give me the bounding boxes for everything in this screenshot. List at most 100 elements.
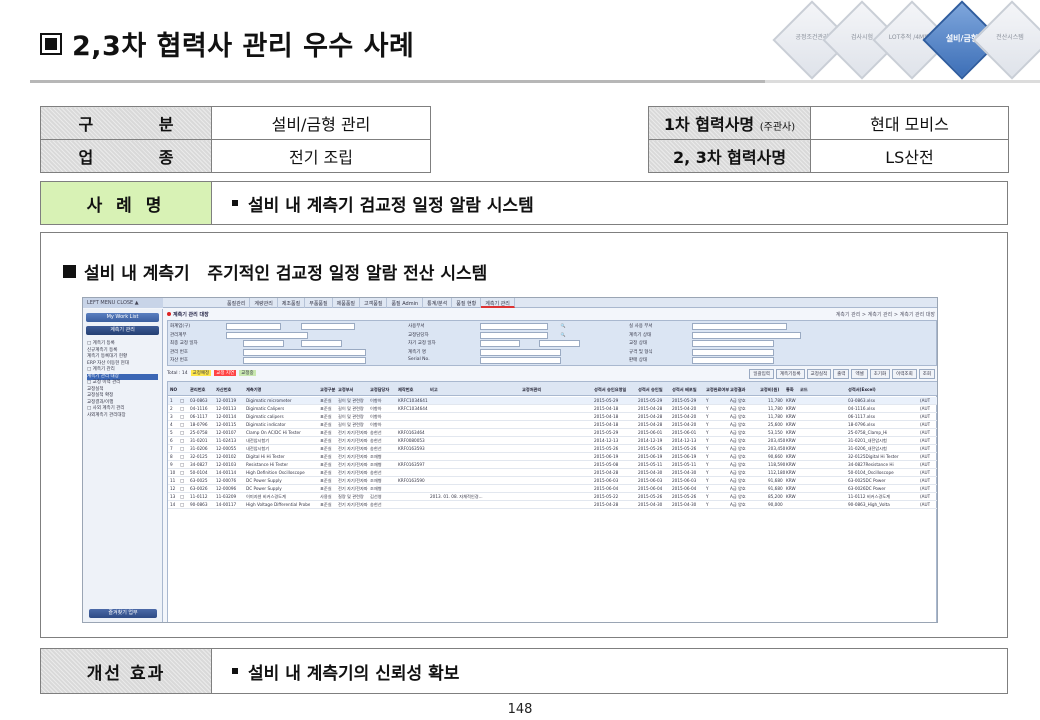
page-title-text: 2,3차 협력사 관리 우수 사례 xyxy=(72,31,415,62)
table-cell: 11-03209 xyxy=(216,494,237,499)
row-checkbox[interactable]: □ xyxy=(180,477,184,484)
table-row[interactable]: □ 9 34-0827 12-00103 Resistance Hi Tester 표준실… xyxy=(168,461,937,469)
table-cell: 06-1117.xlsx xyxy=(848,414,876,419)
row-checkbox[interactable]: □ xyxy=(180,445,184,452)
form-input[interactable] xyxy=(539,340,580,348)
table-row[interactable]: □ 14 90-0863 14-00117 High Voltage Different… xyxy=(168,501,937,509)
grid-toolbar-button[interactable]: 계측기등록 xyxy=(775,369,805,379)
top-menu-item[interactable]: 부품품질 xyxy=(305,298,333,308)
table-row[interactable]: □ 3 06-1117 12-00114 Digimatic calipers 표준실 길이… xyxy=(168,413,937,421)
table-row[interactable]: □ 10 50-0104 14-00114 High Definition Oscill… xyxy=(168,469,937,477)
form-input[interactable] xyxy=(479,348,562,356)
favorites-button[interactable]: 즐겨찾기 업무 xyxy=(89,609,157,618)
top-menu-item[interactable]: 제조품질 xyxy=(278,298,306,308)
row-checkbox[interactable]: □ xyxy=(180,469,184,476)
row-checkbox[interactable]: □ xyxy=(180,421,184,428)
top-menu-item[interactable]: 고객품질 xyxy=(360,298,388,308)
top-menu-item[interactable]: 품질관리 xyxy=(223,298,251,308)
table-cell: 63-0026DC Power xyxy=(848,486,886,491)
table-cell: 90-0863 xyxy=(190,502,208,507)
table-row[interactable]: □ 6 31-0201 11-02413 내전압시험기 표준실 전기 자기/전자파 송현선 KR… xyxy=(168,437,937,445)
grid-toolbar-button[interactable]: 초기화 xyxy=(869,369,891,379)
form-input[interactable] xyxy=(243,340,284,348)
row-checkbox[interactable]: □ xyxy=(180,493,184,500)
row-checkbox[interactable]: □ xyxy=(180,429,184,436)
form-input[interactable] xyxy=(226,331,308,339)
top-menu-item[interactable]: 제품품질 xyxy=(333,298,361,308)
table-row[interactable]: □ 11 63-0025 12-00076 DC Power Supply 표준실 전기 자… xyxy=(168,477,937,485)
top-menu-item[interactable]: 계측기 관리 xyxy=(481,298,515,308)
table-cell: 2015-05-26 xyxy=(594,446,619,451)
grid-toolbar-button[interactable]: 조회 xyxy=(918,369,935,379)
total-count: Total : 14 xyxy=(167,370,188,376)
grid-toolbar-button[interactable]: 이력조회 xyxy=(892,369,917,379)
row-checkbox[interactable]: □ xyxy=(180,397,184,404)
table-row[interactable]: □ 12 63-0026 12-00096 DC Power Supply 표준실 전기 자… xyxy=(168,485,937,493)
grid-toolbar-button[interactable]: 엑셀 xyxy=(851,369,868,379)
table-cell: KRW xyxy=(786,470,796,475)
grid-column-header: 관리번호 xyxy=(190,387,206,392)
my-work-list-button[interactable]: My Work List xyxy=(86,313,159,322)
industry-label: 업 종 xyxy=(40,139,212,173)
table-cell: 2015-04-18 xyxy=(594,414,619,419)
search-icon[interactable]: 🔍 xyxy=(561,323,566,330)
form-input[interactable] xyxy=(243,348,366,356)
form-input[interactable] xyxy=(301,340,342,348)
form-input[interactable] xyxy=(692,323,788,330)
form-input[interactable] xyxy=(692,331,801,339)
row-checkbox[interactable]: □ xyxy=(180,461,184,468)
row-checkbox[interactable]: □ xyxy=(180,485,184,492)
top-menu-item[interactable]: 품질 현황 xyxy=(452,298,482,308)
grid-toolbar-button[interactable]: 출력 xyxy=(833,369,850,379)
grid-column-header: 코드 xyxy=(800,387,808,392)
table-cell: (AUT xyxy=(920,470,931,475)
table-cell: 표준실 xyxy=(320,502,332,507)
table-row[interactable]: □ 5 25-0758 12-00107 Clamp On AC/DC Hi Teste… xyxy=(168,429,937,437)
row-checkbox[interactable]: □ xyxy=(180,413,184,420)
form-input[interactable] xyxy=(692,348,774,356)
table-row[interactable]: □ 1 03-0863 12-00119 Digimatic micrometer 표준실… xyxy=(168,397,937,405)
search-icon[interactable]: 🔍 xyxy=(561,332,566,339)
table-cell: 25,600 xyxy=(768,422,783,427)
top-menu-item[interactable]: 품질 Admin xyxy=(387,298,424,308)
form-input[interactable] xyxy=(692,357,774,365)
form-input[interactable] xyxy=(243,357,366,365)
table-row[interactable]: □ 4 18-0796 12-00115 Digimatic indicator 표준실 길… xyxy=(168,421,937,429)
table-cell: 11,780 xyxy=(768,406,783,411)
top-menu-item[interactable]: 통계/분석 xyxy=(423,298,453,308)
form-input[interactable] xyxy=(479,323,548,330)
form-input[interactable] xyxy=(479,331,548,339)
grid-toolbar-button[interactable]: 교정실적 xyxy=(806,369,832,379)
form-input[interactable] xyxy=(479,357,562,365)
row-checkbox[interactable]: □ xyxy=(180,453,184,460)
table-cell: 표준실 xyxy=(320,406,332,411)
table-row[interactable]: □ 7 31-0206 12-00055 내전압시험기 표준실 전기 자기/전자파 송현선 KR… xyxy=(168,445,937,453)
grid-column-header: 교정구분 xyxy=(320,387,336,392)
table-cell: 2015-05-08 xyxy=(594,462,619,467)
table-row[interactable]: □ 13 11-0112 11-03209 이미지센 비커스경도계 사용실 질량 및 관련량… xyxy=(168,493,937,501)
row-checkbox[interactable]: □ xyxy=(180,501,184,508)
row-checkbox[interactable]: □ xyxy=(180,405,184,412)
table-cell: Y xyxy=(706,446,709,451)
row-checkbox[interactable]: □ xyxy=(180,437,184,444)
table-cell: KRW xyxy=(786,494,796,499)
table-cell: 2015-04-20 xyxy=(672,422,697,427)
table-row[interactable]: □ 2 04-1116 12-00113 Digimatic Calipers 표준실 길이… xyxy=(168,405,937,413)
sidebar-tree-item[interactable]: 사외계측기 관리대장 xyxy=(87,413,158,420)
effect-value-text: 설비 내 계측기의 신뢰성 확보 xyxy=(248,663,460,684)
form-label: 교정담당자 xyxy=(408,332,429,338)
form-input[interactable] xyxy=(479,340,521,348)
top-menu-item[interactable]: 계량관리 xyxy=(250,298,278,308)
left-menu-toggle[interactable]: LEFT MENU CLOSE ▲ xyxy=(83,298,163,308)
screenshot-body: 계측기 관리 대장 계측기 관리 > 계측기 관리 > 계측기 관리 대장 화계… xyxy=(167,311,937,622)
form-input[interactable] xyxy=(692,340,774,348)
case-value-text: 설비 내 계측기 검교정 일정 알람 시스템 xyxy=(248,195,534,216)
table-row[interactable]: □ 8 32-0125 12-00102 Digital Hi Hi Tester 표준실… xyxy=(168,453,937,461)
grid-column-header: 교정부서 xyxy=(338,387,354,392)
table-cell: 2015-05-22 xyxy=(594,494,619,499)
form-input[interactable] xyxy=(301,323,356,330)
form-input[interactable] xyxy=(226,323,281,330)
table-cell: 전기 자기/전자파 xyxy=(338,438,368,443)
grid-toolbar-button[interactable]: 일괄입력 xyxy=(749,369,774,379)
table-cell: 11,780 xyxy=(768,398,783,403)
